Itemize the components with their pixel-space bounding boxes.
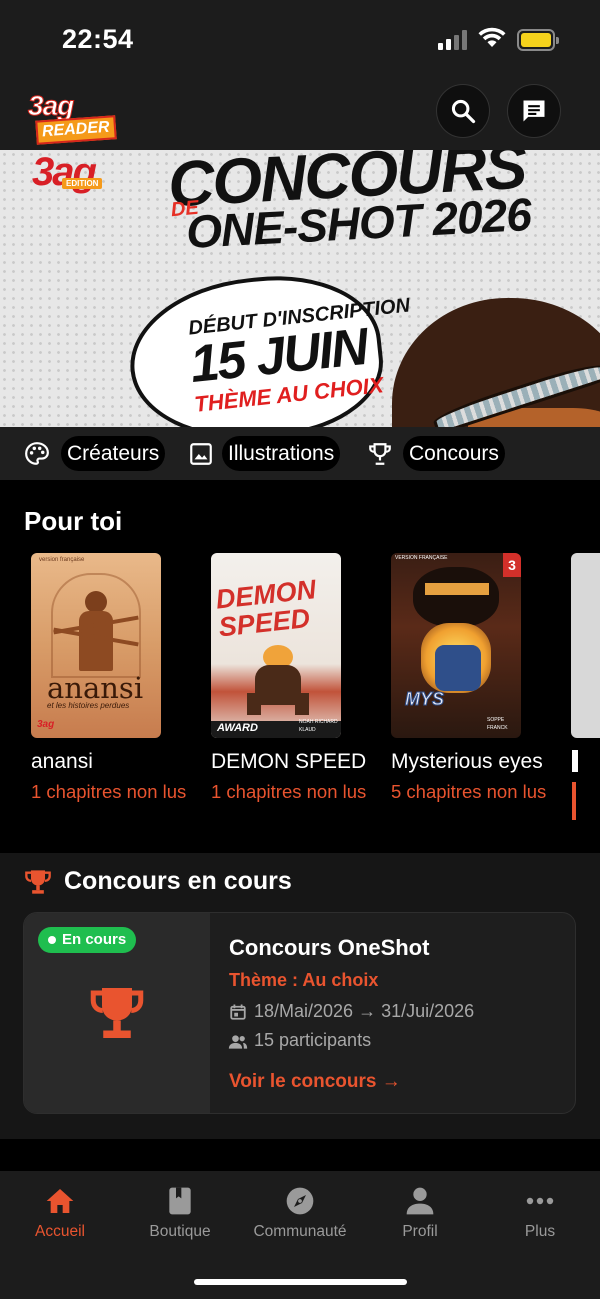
comic-cover[interactable]: VERSION FRANÇAISE 3 MYS SOPPE FRANCK	[391, 553, 521, 738]
people-icon	[228, 1035, 248, 1049]
status-badge: En cours	[38, 927, 137, 953]
status-bar: 22:54	[0, 0, 600, 80]
person-icon	[406, 1187, 434, 1215]
status-time: 22:54	[62, 24, 134, 54]
cover-top-label: version française	[39, 557, 85, 563]
home-icon	[46, 1189, 74, 1213]
cover-award: AWARD	[217, 722, 258, 734]
battery-icon	[517, 29, 559, 51]
nav-profil[interactable]: Profil	[360, 1171, 480, 1251]
banner-logo-sub: EDITION	[62, 178, 103, 189]
image-icon	[190, 443, 212, 465]
contest-participants: 15 participants	[254, 1030, 372, 1050]
chip-illustrations[interactable]: Illustrations	[222, 436, 341, 471]
cover-credit2: KLAUD	[299, 727, 316, 733]
comic-unread: 1 chapitres non lus	[211, 781, 367, 802]
chat-button[interactable]	[507, 84, 561, 138]
cover-title: anansi	[47, 671, 144, 705]
comic-unread: 5 chapitres non lus	[391, 781, 547, 802]
cover-title: DEMON SPEED	[214, 574, 318, 643]
nav-boutique[interactable]: Boutique	[120, 1171, 240, 1251]
comic-card[interactable]: VERSION FRANÇAISE 3 MYS SOPPE FRANCK Mys…	[391, 553, 571, 802]
compass-icon	[286, 1187, 314, 1215]
view-contest-link[interactable]: Voir le concours →	[229, 1071, 401, 1093]
chip-concours[interactable]: Concours	[403, 436, 505, 471]
home-indicator[interactable]	[194, 1279, 407, 1285]
nav-label: Boutique	[149, 1223, 211, 1240]
contest-thumbnail: En cours	[24, 913, 210, 1113]
contest-theme: Thème : Au choix	[229, 970, 379, 990]
nav-label: Plus	[524, 1223, 556, 1240]
trophy-icon	[25, 870, 51, 894]
comic-unread-partial	[572, 782, 576, 820]
trophy-icon	[90, 988, 144, 1038]
logo-bottom-text: READER	[35, 115, 117, 145]
logo-top-text: 3ag	[27, 90, 74, 122]
contest-section: Concours en cours En cours Concours OneS…	[0, 853, 600, 1139]
category-bar: Créateurs Illustrations Concours	[0, 427, 600, 480]
contest-dates: 18/Mai/2026 → 31/Jui/2026	[254, 1001, 475, 1021]
app-logo[interactable]: 3ag READER	[24, 88, 117, 145]
wifi-icon	[478, 27, 506, 47]
cover-credit2: FRANCK	[487, 725, 508, 731]
nav-label: Communauté	[253, 1223, 347, 1240]
comic-unread: 1 chapitres non lus	[31, 781, 187, 802]
nav-label: Accueil	[35, 1223, 85, 1240]
nav-communaute[interactable]: Communauté	[240, 1171, 360, 1251]
contest-section-title: Concours en cours	[64, 867, 292, 895]
chat-icon	[523, 100, 545, 122]
trophy-icon	[369, 443, 391, 465]
nav-accueil[interactable]: Accueil	[0, 1171, 120, 1251]
cover-top-label: VERSION FRANÇAISE	[395, 555, 448, 561]
for-you-title: Pour toi	[24, 506, 123, 536]
promo-banner[interactable]: 3ag EDITION CONCOURS DE ONE-SHOT 2026 DÉ…	[0, 150, 600, 427]
comic-title[interactable]: DEMON SPEED	[211, 750, 366, 774]
nav-label: Profil	[402, 1223, 438, 1240]
comic-card[interactable]: version française anansi et les histoire…	[31, 553, 211, 802]
comic-title[interactable]: anansi	[31, 750, 93, 774]
cover-credit1: SOPPE	[487, 717, 505, 723]
nav-plus[interactable]: Plus	[480, 1171, 600, 1251]
calendar-icon	[230, 1004, 246, 1020]
search-button[interactable]	[436, 84, 490, 138]
palette-icon	[25, 442, 49, 465]
comic-title[interactable]: Mysterious eyes	[391, 750, 543, 774]
comic-title-partial	[572, 750, 578, 772]
book-icon	[169, 1187, 191, 1215]
comic-cover[interactable]: version française anansi et les histoire…	[31, 553, 161, 738]
comic-cover[interactable]: DEMON SPEED AWARD NOAH RICHARD KLAUD	[211, 553, 341, 738]
cover-volume: 3	[503, 553, 521, 577]
cover-subtitle: et les histoires perdues	[47, 701, 130, 710]
signal-icon	[438, 30, 468, 50]
comic-card-partial[interactable]	[571, 553, 600, 738]
contest-card[interactable]: En cours Concours OneShot Thème : Au cho…	[23, 912, 576, 1114]
app-header: 3ag READER	[0, 80, 600, 150]
comic-card[interactable]: DEMON SPEED AWARD NOAH RICHARD KLAUD DEM…	[211, 553, 391, 802]
search-icon	[451, 99, 476, 124]
contest-name: Concours OneShot	[229, 935, 430, 960]
more-icon	[526, 1197, 554, 1205]
chip-createurs[interactable]: Créateurs	[61, 436, 166, 471]
cover-credit1: NOAH RICHARD	[299, 719, 338, 725]
